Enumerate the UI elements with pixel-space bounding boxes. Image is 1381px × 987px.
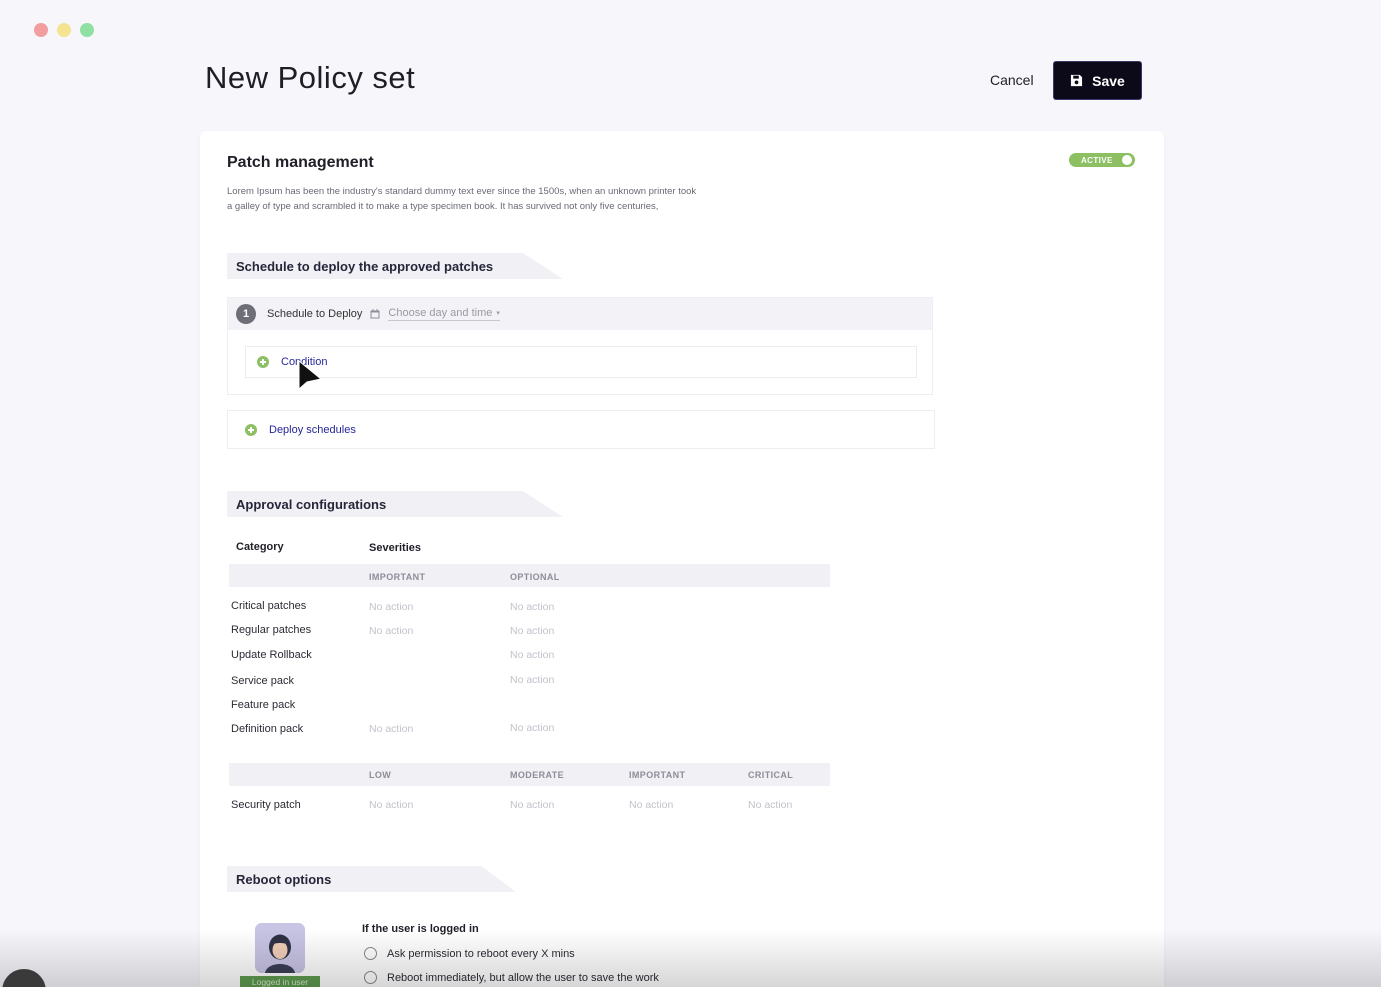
reboot-option-label: Reboot immediately, but allow the user t… [387, 971, 659, 984]
deploy-schedules-link[interactable]: Deploy schedules [269, 424, 356, 436]
action-cell[interactable]: No action [369, 799, 413, 811]
severity-column-header: LOW [369, 770, 392, 780]
category-label: Feature pack [231, 699, 296, 711]
schedule-section-title: Schedule to deploy the approved patches [227, 253, 563, 279]
action-cell[interactable]: No action [369, 723, 413, 735]
floppy-disk-icon [1071, 74, 1083, 87]
reboot-section-title: Reboot options [227, 866, 516, 892]
close-window-button[interactable] [34, 23, 48, 37]
reboot-group-title: If the user is logged in [362, 923, 479, 935]
category-label: Update Rollback [231, 649, 312, 661]
radio-button[interactable] [364, 971, 377, 984]
action-cell[interactable]: No action [510, 601, 554, 613]
cancel-button[interactable]: Cancel [990, 72, 1034, 88]
category-label: Definition pack [231, 723, 304, 735]
step-label: Schedule to Deploy [267, 308, 363, 320]
toggle-knob [1122, 155, 1132, 165]
policy-description: Lorem Ipsum has been the industry's stan… [227, 184, 757, 214]
severity-column-header: IMPORTANT [369, 572, 426, 582]
category-label: Critical patches [231, 600, 307, 612]
action-cell[interactable]: No action [510, 625, 554, 637]
page-title: New Policy set [205, 60, 416, 95]
description-line: a galley of type and scrambled it to mak… [227, 201, 659, 212]
action-cell[interactable]: No action [748, 799, 792, 811]
condition-row[interactable]: Condition [245, 346, 917, 378]
maximize-window-button[interactable] [80, 23, 94, 37]
logged-in-user-badge: Logged in user [240, 976, 320, 987]
schedule-step: 1 Schedule to Deploy Choose day and time… [227, 297, 933, 395]
caret-down-icon: ▾ [496, 310, 500, 317]
step-number: 1 [236, 304, 256, 324]
action-cell[interactable]: No action [510, 722, 554, 734]
reboot-option[interactable]: Reboot immediately, but allow the user t… [364, 971, 659, 984]
severities-header: Severities [369, 542, 421, 554]
reboot-option[interactable]: Ask permission to reboot every X mins [364, 947, 575, 960]
deploy-schedules-row[interactable]: Deploy schedules [227, 410, 935, 449]
action-cell[interactable]: No action [369, 601, 413, 613]
user-avatar-icon [255, 923, 305, 973]
add-deploy-schedule-icon[interactable] [245, 423, 257, 436]
approval-section-title: Approval configurations [227, 491, 563, 517]
mouse-pointer-icon [298, 360, 323, 391]
action-cell[interactable]: No action [510, 799, 554, 811]
save-button-label: Save [1092, 72, 1125, 89]
minimize-window-button[interactable] [57, 23, 71, 37]
add-condition-icon[interactable] [257, 356, 269, 368]
action-cell[interactable]: No action [510, 674, 554, 686]
date-time-placeholder: Choose day and time [388, 307, 493, 319]
calendar-icon [370, 309, 380, 319]
policy-card: Patch management ACTIVE Lorem Ipsum has … [200, 131, 1164, 987]
description-line: Lorem Ipsum has been the industry's stan… [227, 186, 697, 197]
action-cell[interactable]: No action [629, 799, 673, 811]
toggle-label: ACTIVE [1081, 155, 1113, 165]
policy-title: Patch management [227, 154, 374, 171]
step-header: 1 Schedule to Deploy Choose day and time… [228, 298, 932, 330]
severity-column-header: MODERATE [510, 770, 565, 780]
toggle-track: ACTIVE [1069, 153, 1135, 167]
category-header: Category [236, 541, 284, 553]
category-label: Service pack [231, 675, 294, 687]
window-controls [34, 23, 94, 37]
corner-control[interactable] [2, 969, 46, 987]
active-toggle[interactable]: ACTIVE [1069, 153, 1135, 167]
date-time-picker[interactable]: Choose day and time ▾ [388, 307, 500, 321]
save-button[interactable]: Save [1053, 61, 1142, 100]
category-label: Regular patches [231, 624, 312, 636]
category-label: Security patch [231, 799, 301, 811]
severity-column-header: OPTIONAL [510, 572, 560, 582]
user-avatar [255, 923, 305, 973]
severity-column-header: CRITICAL [748, 770, 794, 780]
severity-column-header: IMPORTANT [629, 770, 686, 780]
action-cell[interactable]: No action [369, 625, 413, 637]
action-cell[interactable]: No action [510, 649, 554, 661]
reboot-option-label: Ask permission to reboot every X mins [387, 947, 575, 960]
radio-button[interactable] [364, 947, 377, 960]
